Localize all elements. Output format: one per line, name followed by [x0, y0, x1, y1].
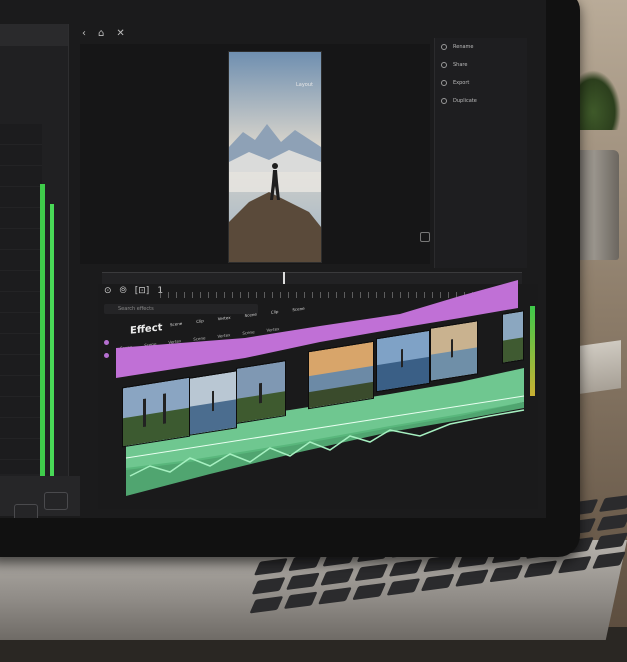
keyboard-key — [285, 572, 320, 591]
video-clip[interactable] — [502, 310, 524, 364]
video-clip[interactable] — [376, 329, 430, 393]
keyboard-key — [320, 568, 355, 586]
keyboard-key — [354, 563, 389, 582]
keyboard-key — [592, 551, 626, 569]
video-clip[interactable] — [236, 360, 286, 424]
timeline-level-meter — [530, 306, 535, 396]
keyboard-key — [386, 578, 421, 596]
keyboard-key — [596, 513, 627, 532]
keyboard-key — [317, 587, 352, 605]
keyboard-key — [249, 596, 284, 614]
screen: ‹ ⌂ ✕ Layout Rename Share Export Duplica… — [0, 0, 546, 518]
keyboard-key — [594, 532, 627, 550]
keyboard-key — [455, 569, 489, 587]
keyboard-key — [253, 558, 288, 576]
keyboard-key — [422, 554, 457, 573]
keyboard-key — [283, 591, 318, 610]
keyboard-key — [352, 582, 387, 601]
keyboard-key — [523, 560, 558, 578]
video-clip[interactable] — [430, 320, 478, 382]
keyboard-key — [557, 555, 592, 574]
laptop-bezel: ‹ ⌂ ✕ Layout Rename Share Export Duplica… — [0, 0, 580, 557]
video-clip[interactable] — [122, 376, 190, 448]
keyboard-key — [489, 564, 524, 583]
video-clip[interactable] — [189, 370, 237, 436]
keyboard-key — [420, 573, 455, 592]
audio-track[interactable] — [0, 0, 546, 518]
video-clip[interactable] — [308, 340, 374, 410]
keyboard-key — [251, 577, 286, 595]
keyboard-key — [388, 559, 423, 577]
